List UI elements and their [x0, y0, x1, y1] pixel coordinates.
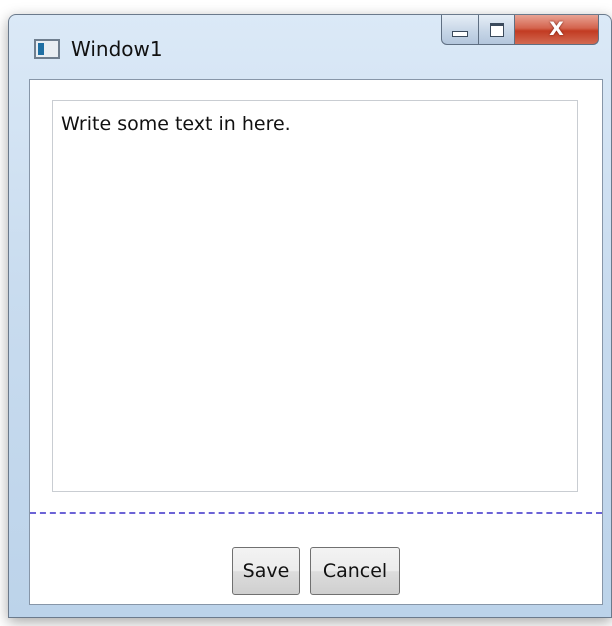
minimize-button[interactable]	[441, 15, 479, 45]
grid-splitter[interactable]	[30, 512, 602, 514]
close-button[interactable]: X	[515, 15, 599, 45]
title-bar[interactable]: Window1 X	[9, 15, 611, 79]
minimize-icon	[452, 30, 468, 37]
caption-buttons: X	[441, 15, 599, 45]
close-icon: X	[549, 18, 564, 40]
text-input[interactable]: Write some text in here.	[52, 100, 578, 492]
cancel-button[interactable]: Cancel	[310, 547, 400, 595]
save-button[interactable]: Save	[232, 547, 300, 595]
window: Window1 X Write some text in here. Save …	[8, 14, 612, 618]
app-icon-strip	[38, 43, 44, 55]
maximize-button[interactable]	[479, 15, 515, 45]
window-app-icon[interactable]	[34, 39, 60, 59]
client-area: Write some text in here. Save Cancel	[29, 79, 603, 605]
maximize-icon	[489, 22, 504, 37]
window-title: Window1	[71, 37, 163, 61]
